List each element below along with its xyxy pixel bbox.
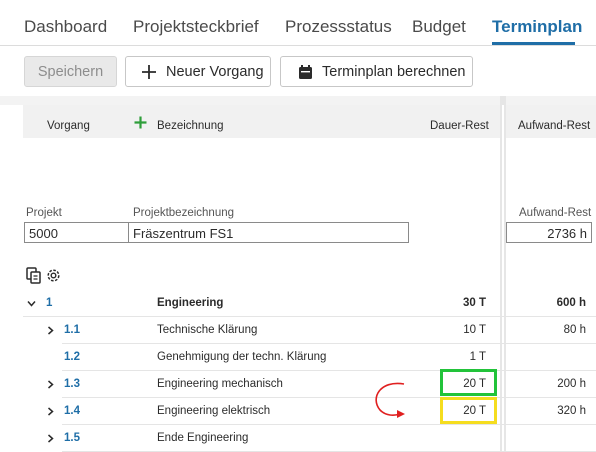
task-remaining-duration: 10 T	[463, 324, 486, 336]
task-remaining-duration: 30 T	[462, 297, 486, 309]
task-name: Ende Engineering	[157, 432, 249, 444]
curved-arrow-icon	[375, 382, 405, 418]
add-row-icon[interactable]	[134, 116, 147, 132]
table-row[interactable]: 1.3 Engineering mechanisch 20 T 200 h	[48, 371, 596, 398]
tab-budget[interactable]: Budget	[412, 17, 466, 37]
tab-bar: Dashboard Projektsteckbrief Prozessstatu…	[0, 0, 596, 46]
save-button[interactable]: Speichern	[24, 56, 117, 87]
table-row[interactable]: 1.4 Engineering elektrisch 20 T 320 h	[48, 398, 596, 425]
toolbar-separator	[0, 96, 596, 105]
new-task-label: Neuer Vorgang	[166, 63, 264, 80]
task-remaining-duration: 1 T	[469, 351, 486, 363]
table-row[interactable]: 1.2 Genehmigung der techn. Klärung 1 T	[62, 344, 596, 371]
table-row[interactable]: 1.5 Ende Engineering	[48, 425, 596, 452]
table-row[interactable]: 1.1 Technische Klärung 10 T 80 h	[48, 317, 596, 344]
project-effort-label: Aufwand-Rest	[519, 207, 592, 219]
save-button-label: Speichern	[37, 63, 104, 80]
task-number[interactable]: 1	[46, 290, 52, 316]
project-name-label: Projektbezeichnung	[133, 207, 235, 219]
task-number[interactable]: 1.2	[64, 344, 80, 370]
chevron-right-icon[interactable]	[46, 371, 55, 397]
gear-icon[interactable]	[45, 267, 62, 285]
highlight-yellow-box	[440, 397, 497, 424]
project-number-field[interactable]: 5000	[24, 222, 129, 243]
plus-icon	[140, 64, 158, 80]
tab-projektsteckbrief[interactable]: Projektsteckbrief	[133, 17, 259, 37]
active-tab-indicator	[492, 42, 575, 45]
column-header-area	[23, 105, 596, 138]
chevron-right-icon[interactable]	[46, 398, 55, 424]
highlight-green-box	[440, 369, 497, 396]
tab-dashboard[interactable]: Dashboard	[24, 17, 107, 37]
project-label: Projekt	[26, 207, 62, 219]
tab-prozessstatus[interactable]: Prozessstatus	[285, 17, 392, 37]
chevron-right-icon[interactable]	[46, 317, 55, 343]
task-name: Technische Klärung	[157, 324, 258, 336]
column-header-vorgang[interactable]: Vorgang	[47, 120, 90, 132]
task-name: Genehmigung der techn. Klärung	[157, 351, 327, 363]
task-name: Engineering	[157, 297, 224, 309]
column-header-bezeichnung[interactable]: Bezeichnung	[157, 120, 224, 132]
copy-icon[interactable]	[26, 267, 42, 285]
table-row[interactable]: 1 Engineering 30 T 600 h	[23, 290, 596, 317]
task-remaining-effort: 80 h	[563, 324, 586, 336]
chevron-down-icon[interactable]	[27, 290, 36, 316]
task-name: Engineering mechanisch	[157, 378, 283, 390]
task-number[interactable]: 1.5	[64, 425, 80, 451]
tab-terminplan[interactable]: Terminplan	[492, 17, 582, 37]
task-remaining-effort: 320 h	[557, 405, 586, 417]
calendar-icon	[296, 64, 314, 80]
calculate-schedule-label: Terminplan berechnen	[322, 63, 466, 80]
task-remaining-effort: 600 h	[556, 297, 586, 309]
task-number[interactable]: 1.3	[64, 371, 80, 397]
calculate-schedule-button[interactable]: Terminplan berechnen	[280, 56, 473, 87]
task-number[interactable]: 1.1	[64, 317, 80, 343]
new-task-button[interactable]: Neuer Vorgang	[125, 56, 271, 87]
task-number[interactable]: 1.4	[64, 398, 80, 424]
column-header-dauer-rest[interactable]: Dauer-Rest	[430, 120, 489, 132]
task-remaining-effort: 200 h	[557, 378, 586, 390]
grid-tools	[26, 267, 62, 285]
task-name: Engineering elektrisch	[157, 405, 271, 417]
column-header-aufwand-rest[interactable]: Aufwand-Rest	[518, 120, 590, 132]
project-effort-field[interactable]: 2736 h	[506, 222, 592, 243]
project-name-field[interactable]: Fräszentrum FS1	[128, 222, 409, 243]
chevron-right-icon[interactable]	[46, 425, 55, 451]
